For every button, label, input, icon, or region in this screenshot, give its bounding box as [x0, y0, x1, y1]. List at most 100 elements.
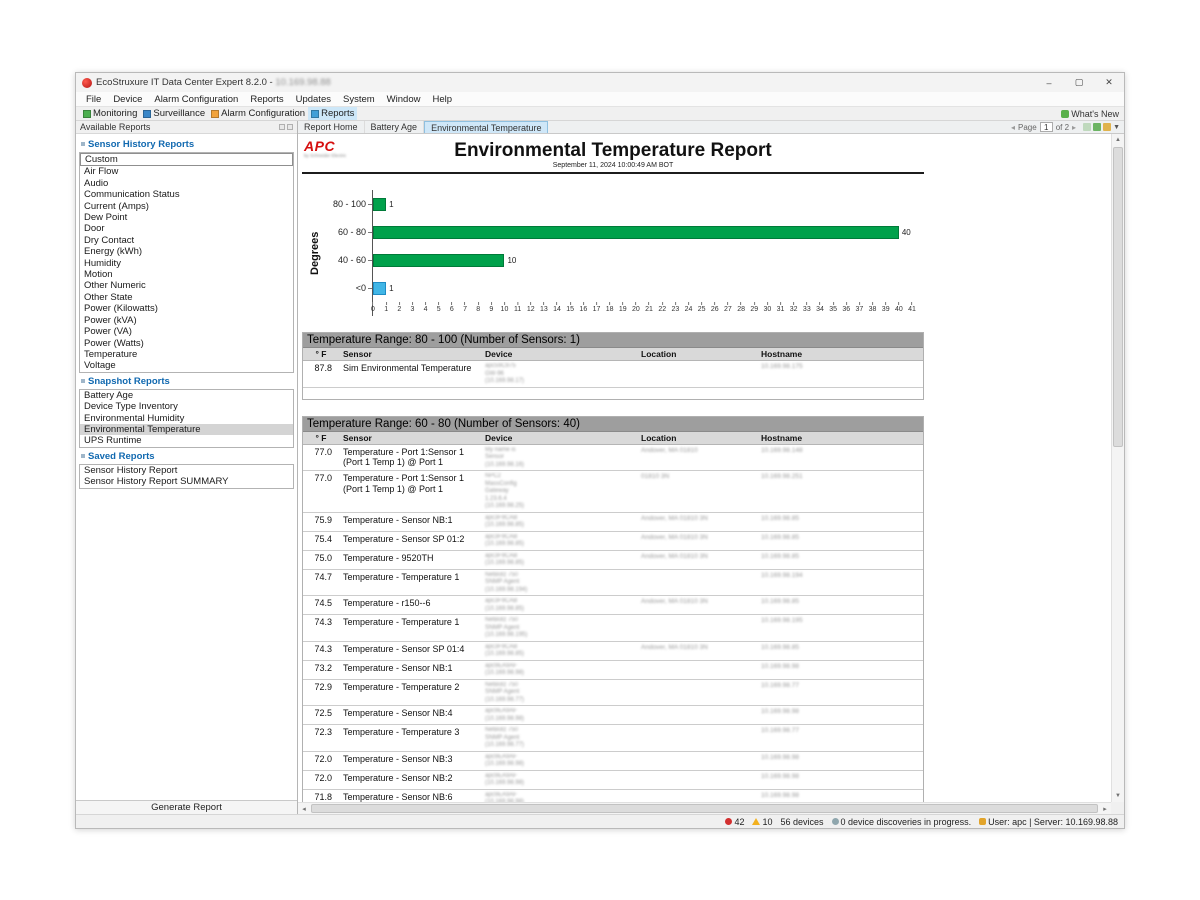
apc-logo: APC by Schneider Electric	[304, 140, 346, 158]
tab-environmental-temperature[interactable]: Environmental Temperature	[424, 121, 548, 133]
device-line: (10.169.98.17)	[485, 378, 633, 386]
next-page-icon[interactable]: ▸	[1072, 123, 1076, 132]
table-row: 77.0Temperature - Port 1:Sensor 1 (Port …	[303, 471, 923, 513]
x-tick-1: 1	[384, 302, 388, 313]
report-item-door[interactable]: Door	[80, 223, 293, 234]
report-item-power-watts[interactable]: Power (Watts)	[80, 338, 293, 349]
device-line: GW-96	[485, 371, 633, 379]
tab-battery-age[interactable]: Battery Age	[365, 121, 425, 133]
panel-maximize-icon[interactable]	[287, 124, 293, 130]
report-item-other-numeric[interactable]: Other Numeric	[80, 280, 293, 291]
menu-device[interactable]: Device	[107, 94, 148, 105]
report-item-device-type-inventory[interactable]: Device Type Inventory	[80, 401, 293, 412]
critical-alarm-icon	[725, 818, 732, 825]
temperature-range-table-0: Temperature Range: 80 - 100 (Number of S…	[302, 332, 924, 400]
report-item-dew-point[interactable]: Dew Point	[80, 212, 293, 223]
report-header: APC by Schneider Electric Environmental …	[302, 136, 924, 174]
cell-temperature: 74.3	[303, 615, 339, 641]
warning-alarms-status[interactable]: 10	[752, 817, 772, 827]
report-item-motion[interactable]: Motion	[80, 269, 293, 280]
report-item-ups-runtime[interactable]: UPS Runtime	[80, 435, 293, 446]
report-item-other-state[interactable]: Other State	[80, 292, 293, 303]
minimize-button[interactable]: –	[1034, 73, 1064, 92]
report-item-custom[interactable]: Custom	[80, 153, 293, 166]
horizontal-scroll-thumb[interactable]	[311, 804, 1098, 813]
menu-updates[interactable]: Updates	[290, 94, 337, 105]
toolbar-item-reports[interactable]: Reports	[308, 107, 357, 120]
column-header-hostname: Hostname	[757, 348, 921, 360]
whats-new-link[interactable]: What's New	[1061, 109, 1124, 119]
scroll-up-icon[interactable]: ▲	[1112, 134, 1124, 146]
scroll-down-icon[interactable]: ▼	[1112, 790, 1124, 802]
maximize-button[interactable]: ▢	[1064, 73, 1094, 92]
menu-reports[interactable]: Reports	[244, 94, 289, 105]
menu-system[interactable]: System	[337, 94, 381, 105]
section-title-sensor-history-reports[interactable]: Sensor History Reports	[79, 136, 294, 152]
window-title-server: 10.169.98.88	[275, 77, 330, 88]
report-item-communication-status[interactable]: Communication Status	[80, 189, 293, 200]
report-item-power-va[interactable]: Power (VA)	[80, 326, 293, 337]
report-item-energy-kwh[interactable]: Energy (kWh)	[80, 246, 293, 257]
cell-sensor: Temperature - Sensor SP 01:4	[339, 642, 481, 660]
section-title-snapshot-reports[interactable]: Snapshot Reports	[79, 373, 294, 389]
generate-report-button[interactable]: Generate Report	[76, 800, 297, 814]
chart-y-axis-label: Degrees	[308, 190, 322, 316]
cell-sensor: Temperature - r150--6	[339, 596, 481, 614]
screen: EcoStruxure IT Data Center Expert 8.2.0 …	[0, 0, 1200, 900]
toolbar-item-surveillance[interactable]: Surveillance	[140, 107, 208, 120]
horizontal-scrollbar[interactable]: ◂ ▸	[298, 802, 1111, 814]
more-options-caret-icon[interactable]: ▼	[1113, 124, 1120, 131]
cell-sensor: Temperature - Sensor NB:4	[339, 706, 481, 724]
vertical-scroll-thumb[interactable]	[1113, 147, 1123, 447]
x-tick-21: 21	[645, 302, 653, 313]
device-count-status: 56 devices	[780, 817, 823, 827]
cell-hostname: 10.169.98.98	[757, 661, 921, 679]
vertical-scrollbar[interactable]: ▲ ▼	[1111, 134, 1124, 802]
page-number-input[interactable]: 1	[1040, 122, 1053, 132]
export-report-icon[interactable]	[1093, 123, 1101, 131]
section-title-saved-reports[interactable]: Saved Reports	[79, 448, 294, 464]
menu-window[interactable]: Window	[381, 94, 427, 105]
toolbar-item-alarm-configuration[interactable]: Alarm Configuration	[208, 107, 308, 120]
toolbar-item-monitoring[interactable]: Monitoring	[80, 107, 140, 120]
report-item-sensor-history-report[interactable]: Sensor History Report	[80, 465, 293, 476]
scroll-left-icon[interactable]: ◂	[298, 805, 310, 813]
close-button[interactable]: ✕	[1094, 73, 1124, 92]
panel-minimize-icon[interactable]	[279, 124, 285, 130]
x-tick-30: 30	[763, 302, 771, 313]
report-item-humidity[interactable]: Humidity	[80, 258, 293, 269]
report-item-power-kva[interactable]: Power (kVA)	[80, 315, 293, 326]
report-item-environmental-temperature[interactable]: Environmental Temperature	[80, 424, 293, 435]
scroll-right-icon[interactable]: ▸	[1099, 805, 1111, 813]
menu-file[interactable]: File	[80, 94, 107, 105]
report-item-air-flow[interactable]: Air Flow	[80, 166, 293, 177]
report-item-temperature[interactable]: Temperature	[80, 349, 293, 360]
cell-sensor: Temperature - Sensor SP 01:2	[339, 532, 481, 550]
report-item-current-amps[interactable]: Current (Amps)	[80, 201, 293, 212]
critical-alarms-status[interactable]: 42	[725, 817, 744, 827]
report-item-environmental-humidity[interactable]: Environmental Humidity	[80, 413, 293, 424]
report-item-sensor-history-report-summary[interactable]: Sensor History Report SUMMARY	[80, 476, 293, 487]
report-item-power-kilowatts[interactable]: Power (Kilowatts)	[80, 303, 293, 314]
device-line: apc9EA9AF	[485, 773, 633, 781]
discovery-status: 0 device discoveries in progress.	[832, 817, 972, 827]
report-item-audio[interactable]: Audio	[80, 178, 293, 189]
export-csv-icon[interactable]	[1083, 123, 1091, 131]
menu-alarm-configuration[interactable]: Alarm Configuration	[148, 94, 244, 105]
print-icon[interactable]	[1103, 123, 1111, 131]
report-item-dry-contact[interactable]: Dry Contact	[80, 235, 293, 246]
cell-temperature: 75.4	[303, 532, 339, 550]
report-document: APC by Schneider Electric Environmental …	[302, 136, 924, 814]
toolbar-item-label: Alarm Configuration	[221, 108, 305, 119]
report-item-voltage[interactable]: Voltage	[80, 360, 293, 371]
x-tick-12: 12	[527, 302, 535, 313]
menu-help[interactable]: Help	[426, 94, 458, 105]
prev-page-icon[interactable]: ◂	[1011, 123, 1015, 132]
cell-temperature: 77.0	[303, 471, 339, 512]
tab-report-home[interactable]: Report Home	[298, 121, 365, 133]
cell-device: apc3F9CAB(10.169.98.85)	[481, 551, 637, 569]
device-line: 1.23.6.4	[485, 496, 633, 504]
report-item-battery-age[interactable]: Battery Age	[80, 390, 293, 401]
menu-bar: FileDeviceAlarm ConfigurationReportsUpda…	[76, 92, 1124, 107]
device-line: apc3F9CAB	[485, 534, 633, 542]
